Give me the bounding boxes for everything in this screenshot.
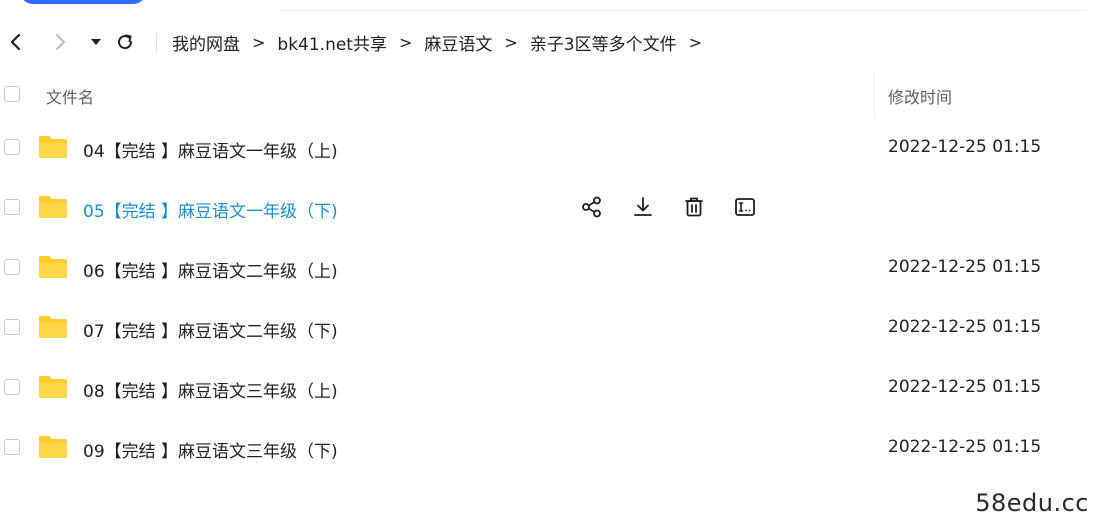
breadcrumb-item-current[interactable]: 亲子3区等多个文件 (530, 30, 677, 55)
row-checkbox[interactable] (4, 439, 20, 455)
delete-icon (685, 197, 703, 217)
row-checkbox[interactable] (4, 199, 20, 215)
breadcrumb-item-share[interactable]: bk41.net共享 (277, 30, 387, 55)
share-button[interactable] (578, 193, 606, 221)
table-header: 文件名 修改时间 (0, 72, 1097, 118)
file-modified-time: 2022-12-25 01:15 (888, 437, 1042, 457)
folder-icon (39, 196, 67, 218)
file-modified-time: 2022-12-25 01:15 (888, 377, 1042, 397)
column-header-name[interactable]: 文件名 (46, 84, 94, 108)
breadcrumb-separator: > (398, 32, 413, 52)
back-button[interactable] (2, 28, 30, 56)
row-action-toolbar (578, 194, 759, 220)
history-dropdown-button[interactable] (82, 28, 110, 56)
file-name[interactable]: 07【完结 】麻豆语文二年级（下) (83, 317, 338, 342)
chevron-right-icon (56, 34, 65, 50)
forward-button[interactable] (46, 28, 74, 56)
row-checkbox[interactable] (4, 259, 20, 275)
breadcrumb-separator: > (252, 32, 266, 52)
navigation-bar: 我的网盘 > bk41.net共享 > 麻豆语文 > 亲子3区等多个文件 > (0, 22, 1097, 62)
file-name[interactable]: 08【完结 】麻豆语文三年级（上) (83, 377, 338, 402)
breadcrumb: 我的网盘 > bk41.net共享 > 麻豆语文 > 亲子3区等多个文件 > (172, 30, 714, 55)
folder-icon (39, 256, 67, 278)
row-checkbox[interactable] (4, 319, 20, 335)
table-row[interactable]: 07【完结 】麻豆语文二年级（下) 2022-12-25 01:15 (0, 298, 1097, 358)
caret-down-icon (91, 39, 101, 45)
column-divider[interactable] (874, 72, 875, 118)
folder-icon (39, 316, 67, 338)
delete-button[interactable] (680, 193, 708, 221)
row-checkbox[interactable] (4, 379, 20, 395)
nav-divider (156, 33, 157, 53)
rename-button[interactable] (731, 193, 759, 221)
rename-icon (735, 198, 755, 216)
folder-icon (39, 436, 67, 458)
table-row[interactable]: 06【完结 】麻豆语文二年级（上) 2022-12-25 01:15 (0, 238, 1097, 298)
share-icon (582, 196, 601, 218)
file-list: 04【完结 】麻豆语文一年级（上) 2022-12-25 01:15 05【完结… (0, 118, 1097, 478)
table-row[interactable]: 04【完结 】麻豆语文一年级（上) 2022-12-25 01:15 (0, 118, 1097, 178)
file-name[interactable]: 09【完结 】麻豆语文三年级（下) (83, 437, 338, 462)
file-modified-time: 2022-12-25 01:15 (888, 137, 1042, 157)
file-name[interactable]: 06【完结 】麻豆语文二年级（上) (83, 257, 338, 282)
download-button[interactable] (629, 193, 657, 221)
column-header-modified-time[interactable]: 修改时间 (888, 84, 952, 108)
folder-icon (39, 136, 67, 158)
table-row[interactable]: 08【完结 】麻豆语文三年级（上) 2022-12-25 01:15 (0, 358, 1097, 418)
breadcrumb-separator: > (504, 32, 518, 52)
refresh-button[interactable] (111, 28, 139, 56)
folder-icon (39, 376, 67, 398)
file-name[interactable]: 04【完结 】麻豆语文一年级（上) (83, 137, 338, 162)
refresh-icon (118, 34, 133, 50)
table-row[interactable]: 05【完结 】麻豆语文一年级（下) (0, 178, 1097, 238)
download-icon (634, 197, 652, 216)
row-checkbox[interactable] (4, 139, 20, 155)
file-name[interactable]: 05【完结 】麻豆语文一年级（下) (83, 197, 338, 222)
breadcrumb-separator[interactable]: > (689, 33, 702, 52)
watermark: 58edu.cc (975, 489, 1089, 517)
select-all-checkbox[interactable] (4, 86, 20, 102)
top-divider (280, 10, 1087, 11)
breadcrumb-item-my-drive[interactable]: 我的网盘 (172, 30, 240, 55)
file-modified-time: 2022-12-25 01:15 (888, 257, 1042, 277)
top-action-button-partial[interactable] (20, 0, 146, 4)
table-row[interactable]: 09【完结 】麻豆语文三年级（下) 2022-12-25 01:15 (0, 418, 1097, 478)
file-manager-page: 我的网盘 > bk41.net共享 > 麻豆语文 > 亲子3区等多个文件 > 文… (0, 0, 1097, 521)
file-modified-time: 2022-12-25 01:15 (888, 317, 1042, 337)
breadcrumb-item-madou[interactable]: 麻豆语文 (424, 30, 492, 55)
chevron-left-icon (10, 33, 21, 51)
